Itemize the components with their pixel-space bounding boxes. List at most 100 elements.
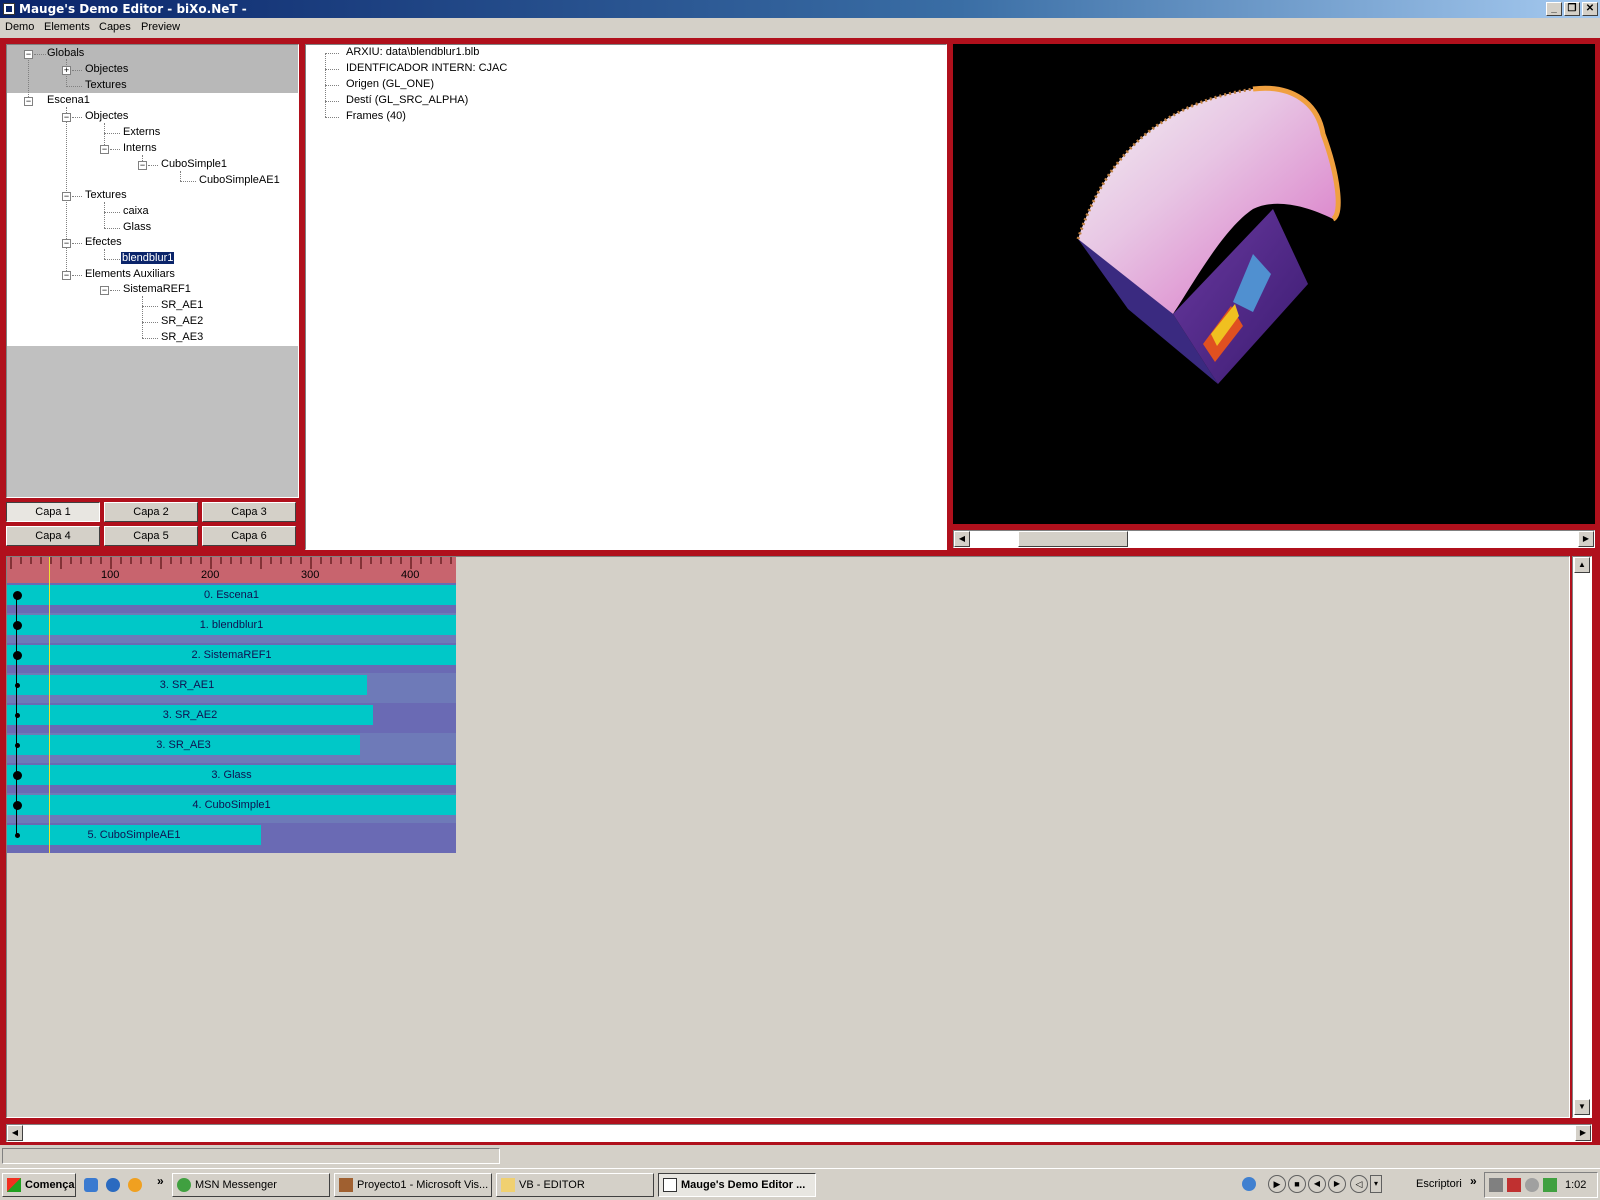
track-keyframe-dot[interactable] [12, 620, 22, 630]
previous-icon[interactable]: ◀ [1308, 1175, 1326, 1193]
taskbar-button-vb-editor[interactable]: VB - EDITOR [496, 1173, 654, 1197]
media-player-icon[interactable] [128, 1178, 142, 1192]
maximize-button[interactable]: ❐ [1564, 2, 1580, 16]
media-menu-icon[interactable]: ▾ [1370, 1175, 1382, 1193]
taskbar-button-vb-project[interactable]: Proyecto1 - Microsoft Vis... [334, 1173, 492, 1197]
collapse-icon[interactable]: − [100, 145, 109, 154]
close-button[interactable]: ✕ [1582, 2, 1598, 16]
timeline-vertical-scrollbar[interactable]: ▲ ▼ [1572, 556, 1592, 1118]
tree-node-efectes[interactable]: Efectes [85, 236, 122, 248]
property-file[interactable]: ARXIU: data\blendblur1.blb [346, 46, 479, 58]
scroll-right-icon[interactable]: ▶ [1578, 531, 1594, 547]
taskbar-button-demo-editor[interactable]: Mauge's Demo Editor ... [658, 1173, 816, 1197]
tree-node-sr-ae2[interactable]: SR_AE2 [161, 315, 203, 327]
collapse-icon[interactable]: − [24, 50, 33, 59]
network-icon[interactable] [1489, 1178, 1503, 1192]
collapse-icon[interactable]: − [138, 161, 147, 170]
menu-preview[interactable]: Preview [141, 21, 180, 33]
show-desktop-icon[interactable] [84, 1178, 98, 1192]
preview-viewport[interactable] [953, 44, 1595, 524]
collapse-icon[interactable]: − [62, 239, 71, 248]
tree-node-globals[interactable]: Globals [47, 47, 84, 59]
tree-node-escena1[interactable]: Escena1 [47, 94, 90, 106]
track-keyframe-dot[interactable] [12, 590, 22, 600]
collapse-icon[interactable]: − [100, 286, 109, 295]
volume-tray-icon[interactable] [1525, 1178, 1539, 1192]
layer-button-6[interactable]: Capa 6 [202, 526, 296, 546]
layer-button-1[interactable]: Capa 1 [6, 502, 100, 522]
collapse-icon[interactable]: − [24, 97, 33, 106]
property-internal-id[interactable]: IDENTFICADOR INTERN: CJAC [346, 62, 507, 74]
tree-node-sistemaref1[interactable]: SistemaREF1 [123, 283, 191, 295]
tree-node-glass[interactable]: Glass [123, 221, 151, 233]
toolbar-overflow-icon[interactable]: » [1470, 1174, 1477, 1188]
clock[interactable]: 1:02 [1565, 1179, 1586, 1191]
track-keyframe-dot[interactable] [12, 800, 22, 810]
collapse-icon[interactable]: − [62, 192, 71, 201]
timeline-ruler[interactable]: 100 200 300 400 [7, 557, 456, 583]
timeline-panel[interactable]: 100 200 300 400 0. Escena1 1. blendblur1 2… [6, 556, 1570, 1118]
taskbar-button-msn[interactable]: MSN Messenger [172, 1173, 330, 1197]
layer-button-3[interactable]: Capa 3 [202, 502, 296, 522]
tree-node-blendblur1[interactable]: blendblur1 [119, 251, 176, 265]
internet-explorer-icon[interactable] [106, 1178, 120, 1192]
scene-tree[interactable]: − + − − − − − − − − Globals Objectes Tex… [6, 44, 299, 498]
scroll-left-icon[interactable]: ◀ [954, 531, 970, 547]
tree-node-cubosimple1[interactable]: CuboSimple1 [161, 158, 227, 170]
preview-horizontal-scrollbar[interactable]: ◀ ▶ [953, 530, 1595, 548]
track-keyframe-dot[interactable] [12, 650, 22, 660]
properties-tree[interactable]: ARXIU: data\blendblur1.blb IDENTFICADOR … [305, 44, 947, 550]
media-toolbar[interactable]: ▶ ■ ◀ ▶ ◁ ▾ [1240, 1173, 1408, 1197]
app-icon[interactable] [3, 3, 15, 15]
stop-icon[interactable]: ■ [1288, 1175, 1306, 1193]
tree-node-sr-ae3[interactable]: SR_AE3 [161, 331, 203, 343]
layer-button-5[interactable]: Capa 5 [104, 526, 198, 546]
layer-button-4[interactable]: Capa 4 [6, 526, 100, 546]
track-bar[interactable]: 5. CuboSimpleAE1 [7, 825, 261, 845]
scroll-down-icon[interactable]: ▼ [1574, 1099, 1590, 1115]
track-bar[interactable]: 1. blendblur1 [7, 615, 456, 635]
minimize-button[interactable]: _ [1546, 2, 1562, 16]
tree-node-elements-auxiliars[interactable]: Elements Auxiliars [85, 268, 175, 280]
collapse-icon[interactable]: − [62, 271, 71, 280]
timeline-horizontal-scrollbar[interactable]: ◀ ▶ [6, 1124, 1592, 1142]
scroll-left-icon[interactable]: ◀ [7, 1125, 23, 1141]
menu-demo[interactable]: Demo [5, 21, 34, 33]
volume-icon[interactable]: ◁ [1350, 1175, 1368, 1193]
track-bar[interactable]: 2. SistemaREF1 [7, 645, 456, 665]
track-keyframe-dot[interactable] [12, 770, 22, 780]
playhead[interactable] [49, 557, 50, 853]
track-bar[interactable]: 3. Glass [7, 765, 456, 785]
tree-node-globals-textures[interactable]: Textures [85, 79, 127, 91]
property-destination[interactable]: Destí (GL_SRC_ALPHA) [346, 94, 468, 106]
preview-scroll-thumb[interactable] [1018, 531, 1128, 547]
layer-button-2[interactable]: Capa 2 [104, 502, 198, 522]
track-bar[interactable]: 3. SR_AE1 [7, 675, 367, 695]
next-icon[interactable]: ▶ [1328, 1175, 1346, 1193]
expand-icon[interactable]: + [62, 66, 71, 75]
scroll-up-icon[interactable]: ▲ [1574, 557, 1590, 573]
track-bar[interactable]: 4. CuboSimple1 [7, 795, 456, 815]
track-bar[interactable]: 0. Escena1 [7, 585, 456, 605]
tree-node-interns[interactable]: Interns [123, 142, 157, 154]
property-origin[interactable]: Origen (GL_ONE) [346, 78, 434, 90]
quicklaunch-overflow-icon[interactable]: » [157, 1174, 164, 1188]
scroll-right-icon[interactable]: ▶ [1575, 1125, 1591, 1141]
tree-node-textures[interactable]: Textures [85, 189, 127, 201]
tree-node-sr-ae1[interactable]: SR_AE1 [161, 299, 203, 311]
start-button[interactable]: Comença [2, 1173, 76, 1197]
desktop-toolbar-label[interactable]: Escriptori [1416, 1178, 1462, 1190]
play-icon[interactable]: ▶ [1268, 1175, 1286, 1193]
antivirus-icon[interactable] [1507, 1178, 1521, 1192]
messenger-tray-icon[interactable] [1543, 1178, 1557, 1192]
menu-capes[interactable]: Capes [99, 21, 131, 33]
tree-node-globals-objectes[interactable]: Objectes [85, 63, 128, 75]
property-frames[interactable]: Frames (40) [346, 110, 406, 122]
tree-node-caixa[interactable]: caixa [123, 205, 149, 217]
track-bar[interactable]: 3. SR_AE2 [7, 705, 373, 725]
tree-node-objectes[interactable]: Objectes [85, 110, 128, 122]
menu-elements[interactable]: Elements [44, 21, 90, 33]
collapse-icon[interactable]: − [62, 113, 71, 122]
track-bar[interactable]: 3. SR_AE3 [7, 735, 360, 755]
tree-node-cubosimpleae1[interactable]: CuboSimpleAE1 [199, 174, 280, 186]
